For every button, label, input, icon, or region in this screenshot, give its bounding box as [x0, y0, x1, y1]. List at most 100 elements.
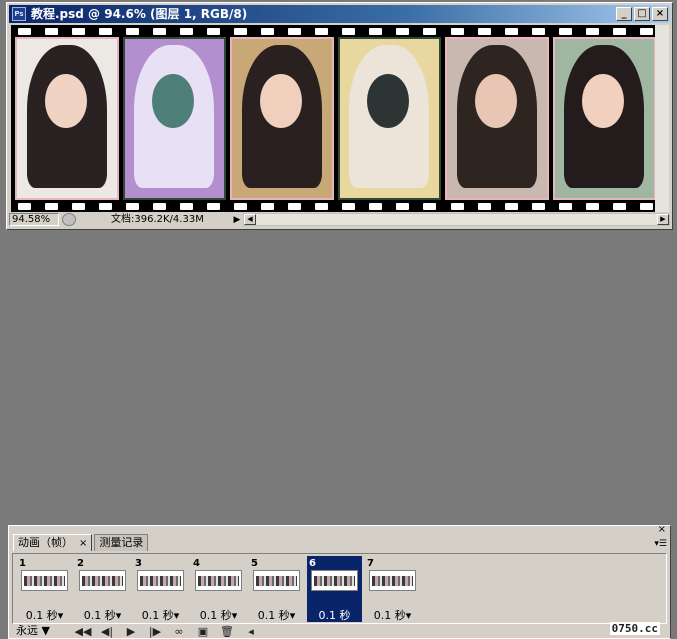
frame-delay[interactable]: 0.1 秒▾ [133, 607, 188, 623]
tab-animation-label: 动画（帧） [18, 536, 73, 549]
frames-strip: 1 0.1 秒▾ 2 0.1 秒▾ 3 0.1 秒▾ 4 0.1 秒▾ 5 0.1 秒▾ 6 0.1 … [12, 553, 667, 624]
frame-delay[interactable]: 0.1 秒▾ [191, 607, 246, 623]
frame-thumbnail-strip [372, 576, 413, 586]
film-photo [122, 37, 226, 200]
duplicate-frame-icon[interactable]: ▣ [192, 625, 214, 638]
animation-frame[interactable]: 6 0.1 秒 [307, 556, 362, 622]
chevron-down-icon: ▼ [41, 624, 50, 637]
play-button[interactable]: ▶ [120, 625, 142, 638]
film-hole [423, 27, 437, 35]
film-hole [315, 202, 329, 210]
film-hole [207, 27, 221, 35]
frame-thumbnail [253, 570, 300, 591]
frame-number: 2 [77, 558, 84, 569]
loop-value: 永远 [16, 624, 38, 637]
film-photo [552, 37, 656, 200]
film-hole [234, 27, 248, 35]
film-hole [72, 202, 86, 210]
film-hole [99, 202, 113, 210]
tab-close-icon[interactable]: × [79, 538, 87, 549]
panel-menu-icon[interactable]: ▾☰ [654, 539, 667, 549]
document-canvas[interactable] [11, 25, 660, 212]
film-hole [558, 202, 572, 210]
animation-frame[interactable]: 4 0.1 秒▾ [191, 556, 246, 622]
film-hole [18, 202, 32, 210]
next-frame-button[interactable]: |▶ [144, 625, 166, 638]
film-hole [45, 27, 59, 35]
status-bar: 94.58% 文档:396.2K/4.33M ▶ ◀ ▶ [9, 212, 670, 227]
frame-delay[interactable]: 0.1 秒▾ [365, 607, 420, 623]
trash-icon[interactable]: 🗑 [216, 625, 238, 638]
document-window[interactable]: Ps 教程.psd @ 94.6% (图层 1, RGB/8) _ □ × 94… [6, 2, 673, 230]
film-hole [477, 202, 491, 210]
film-hole [180, 27, 194, 35]
first-frame-button[interactable]: ◀◀ [72, 625, 94, 638]
film-hole [612, 202, 626, 210]
minimize-button[interactable]: _ [616, 7, 632, 21]
film-holes-top [11, 26, 660, 36]
frame-number: 3 [135, 558, 142, 569]
film-hole [261, 202, 275, 210]
animation-frame[interactable]: 5 0.1 秒▾ [249, 556, 304, 622]
film-hole [126, 202, 140, 210]
frame-thumbnail-strip [24, 576, 65, 586]
scroll-left-small-icon[interactable]: ◂ [240, 625, 262, 638]
tab-animation[interactable]: 动画（帧） × [13, 534, 93, 551]
film-hole [558, 27, 572, 35]
film-hole [585, 27, 599, 35]
watermark-logo: 0750.cc [609, 622, 660, 635]
animation-frame[interactable]: 7 0.1 秒▾ [365, 556, 420, 622]
film-hole [180, 202, 194, 210]
film-hole [477, 27, 491, 35]
frame-thumbnail [195, 570, 242, 591]
tween-icon[interactable]: ∞ [168, 625, 190, 638]
frame-thumbnail-strip [198, 576, 239, 586]
film-hole [153, 202, 167, 210]
status-icon[interactable] [62, 213, 76, 226]
animation-frame[interactable]: 3 0.1 秒▾ [133, 556, 188, 622]
frame-delay[interactable]: 0.1 秒▾ [75, 607, 130, 623]
frame-number: 5 [251, 558, 258, 569]
film-hole [369, 202, 383, 210]
zoom-field[interactable]: 94.58% [9, 213, 59, 226]
previous-frame-button[interactable]: ◀| [96, 625, 118, 638]
film-hole [288, 27, 302, 35]
film-hole [261, 27, 275, 35]
document-titlebar[interactable]: Ps 教程.psd @ 94.6% (图层 1, RGB/8) _ □ × [9, 5, 670, 23]
frame-delay[interactable]: 0.1 秒▾ [17, 607, 72, 623]
maximize-button[interactable]: □ [634, 7, 650, 21]
frame-thumbnail [79, 570, 126, 591]
film-hole [639, 27, 653, 35]
film-hole [126, 27, 140, 35]
close-button[interactable]: × [652, 7, 668, 21]
scroll-right-icon[interactable]: ▶ [657, 214, 669, 225]
film-hole [396, 27, 410, 35]
frame-thumbnail [311, 570, 358, 591]
film-hole [396, 202, 410, 210]
film-photos [15, 37, 656, 200]
animation-frame[interactable]: 2 0.1 秒▾ [75, 556, 130, 622]
tab-measurement-label: 测量记录 [99, 536, 144, 549]
frame-delay[interactable]: 0.1 秒▾ [249, 607, 304, 623]
doc-info: 文档:396.2K/4.33M [111, 214, 204, 225]
vertical-scrollbar[interactable] [655, 25, 669, 212]
frame-thumbnail [137, 570, 184, 591]
panel-close-icon[interactable]: × [658, 524, 666, 535]
photo-face [44, 73, 87, 129]
frame-number: 4 [193, 558, 200, 569]
loop-select[interactable]: 永远 ▼ [12, 625, 70, 638]
frame-delay[interactable]: 0.1 秒 [307, 607, 362, 623]
film-hole [315, 27, 329, 35]
film-hole [207, 202, 221, 210]
animation-frame[interactable]: 1 0.1 秒▾ [17, 556, 72, 622]
tab-measurement-log[interactable]: 测量记录 [94, 534, 149, 551]
frame-number: 1 [19, 558, 26, 569]
scroll-left-icon[interactable]: ◀ [244, 214, 256, 225]
frame-number: 6 [309, 558, 316, 569]
horizontal-scrollbar[interactable]: ◀ ▶ [243, 213, 670, 226]
film-hole [531, 27, 545, 35]
film-hole [585, 202, 599, 210]
status-menu-arrow-icon[interactable]: ▶ [231, 215, 243, 225]
frame-thumbnail-strip [314, 576, 355, 586]
frame-thumbnail-strip [140, 576, 181, 586]
